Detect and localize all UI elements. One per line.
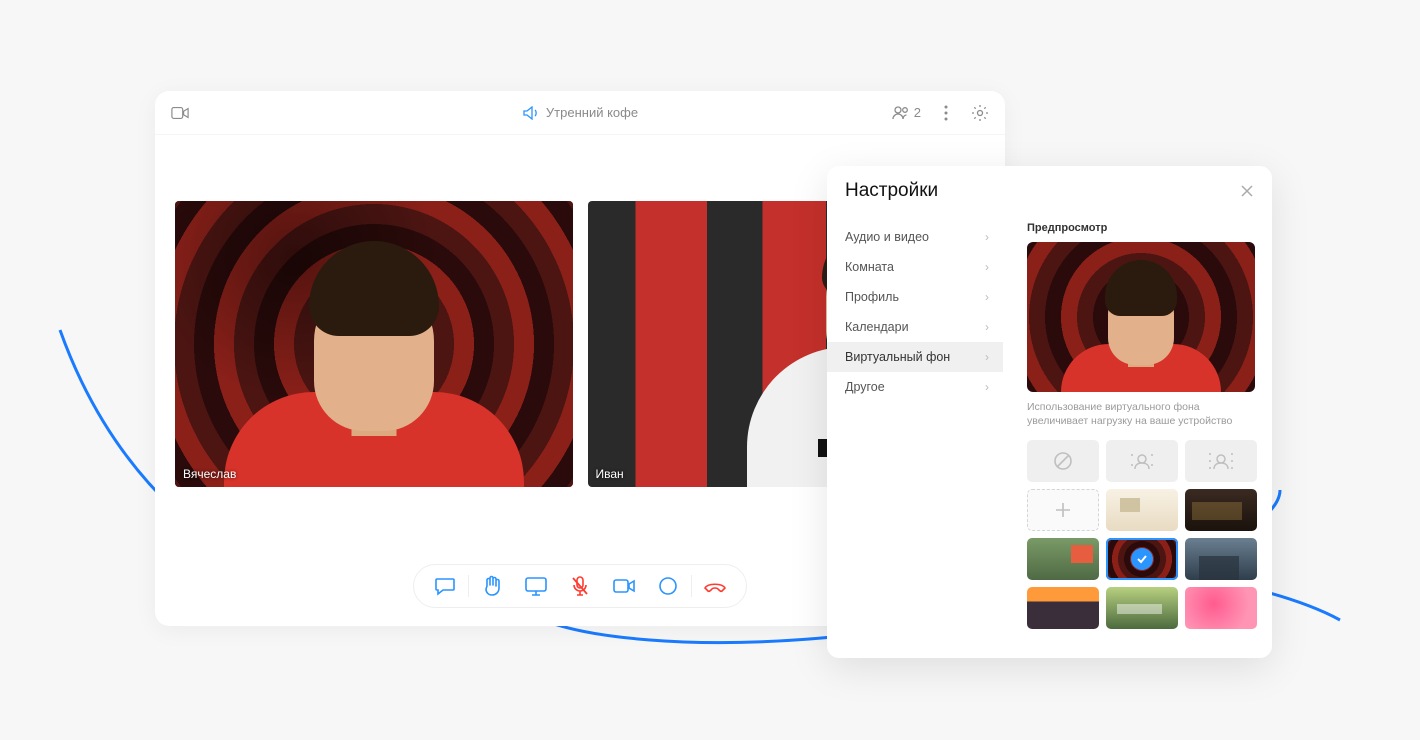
raise-hand-button[interactable] bbox=[471, 568, 513, 604]
settings-content: Предпросмотр Использование виртуального … bbox=[1027, 222, 1256, 644]
preview-label: Предпросмотр bbox=[1027, 222, 1256, 234]
chat-button[interactable] bbox=[424, 568, 466, 604]
background-option-add[interactable] bbox=[1027, 489, 1099, 531]
none-icon bbox=[1052, 450, 1074, 472]
participant-name: Вячеслав bbox=[183, 467, 236, 481]
microphone-button[interactable] bbox=[559, 568, 601, 604]
background-option-carpet[interactable] bbox=[1106, 538, 1178, 580]
settings-item-audio-video[interactable]: Аудио и видео› bbox=[827, 222, 1003, 252]
settings-item-room[interactable]: Комната› bbox=[827, 252, 1003, 282]
background-option-nature-green[interactable] bbox=[1027, 538, 1099, 580]
people-icon bbox=[892, 104, 910, 122]
call-toolbar bbox=[413, 564, 747, 608]
background-option-city-skyline[interactable] bbox=[1185, 538, 1257, 580]
participant-tile[interactable]: Вячеслав bbox=[175, 201, 573, 487]
chevron-right-icon: › bbox=[985, 320, 989, 334]
blur-light-icon bbox=[1129, 451, 1155, 471]
settings-item-profile[interactable]: Профиль› bbox=[827, 282, 1003, 312]
background-preview bbox=[1027, 242, 1255, 392]
background-option-interior-light[interactable] bbox=[1106, 489, 1178, 531]
participant-name: Иван bbox=[596, 467, 624, 481]
settings-button[interactable] bbox=[971, 104, 989, 122]
background-note: Использование виртуального фона увеличив… bbox=[1027, 400, 1255, 428]
share-screen-button[interactable] bbox=[515, 568, 557, 604]
chevron-right-icon: › bbox=[985, 350, 989, 364]
call-title: Утренний кофе bbox=[546, 105, 638, 120]
settings-item-other[interactable]: Другое› bbox=[827, 372, 1003, 402]
more-options-button[interactable] bbox=[937, 104, 955, 122]
settings-sidebar: Аудио и видео› Комната› Профиль› Календа… bbox=[827, 222, 1003, 402]
participants-count: 2 bbox=[914, 105, 921, 120]
camera-indicator-icon bbox=[171, 104, 189, 122]
settings-item-calendars[interactable]: Календари› bbox=[827, 312, 1003, 342]
settings-panel: Настройки Аудио и видео› Комната› Профил… bbox=[827, 166, 1272, 658]
call-header: Утренний кофе 2 bbox=[155, 91, 1005, 135]
close-button[interactable] bbox=[1236, 180, 1258, 202]
background-option-interior-dark[interactable] bbox=[1185, 489, 1257, 531]
blur-strong-icon bbox=[1208, 451, 1234, 471]
chevron-right-icon: › bbox=[985, 380, 989, 394]
plus-icon bbox=[1054, 501, 1072, 519]
participants-button[interactable]: 2 bbox=[892, 104, 921, 122]
megaphone-icon bbox=[522, 104, 540, 122]
background-option-stadium[interactable] bbox=[1106, 587, 1178, 629]
background-option-pink-clouds[interactable] bbox=[1185, 587, 1257, 629]
background-option-none[interactable] bbox=[1027, 440, 1099, 482]
toolbar-separator bbox=[691, 575, 692, 597]
background-option-blur-strong[interactable] bbox=[1185, 440, 1257, 482]
check-icon bbox=[1131, 548, 1153, 570]
chevron-right-icon: › bbox=[985, 230, 989, 244]
record-button[interactable] bbox=[647, 568, 689, 604]
camera-button[interactable] bbox=[603, 568, 645, 604]
hang-up-button[interactable] bbox=[694, 568, 736, 604]
chevron-right-icon: › bbox=[985, 290, 989, 304]
settings-title: Настройки bbox=[845, 180, 938, 202]
toolbar-separator bbox=[468, 575, 469, 597]
background-option-sunset[interactable] bbox=[1027, 587, 1099, 629]
background-grid bbox=[1027, 440, 1256, 629]
chevron-right-icon: › bbox=[985, 260, 989, 274]
background-option-blur-light[interactable] bbox=[1106, 440, 1178, 482]
settings-item-virtual-background[interactable]: Виртуальный фон› bbox=[827, 342, 1003, 372]
